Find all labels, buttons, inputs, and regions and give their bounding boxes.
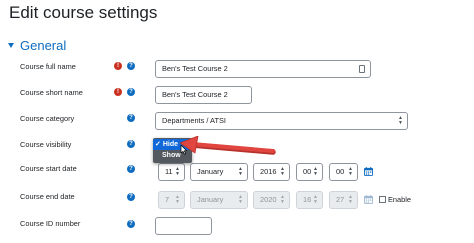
select-arrows-icon: ▲ ▼	[175, 166, 180, 177]
form-row-shortname: Course short name ! ? Ben's Test Course …	[0, 86, 474, 106]
end-year-select[interactable]: 2020 ▲ ▼	[253, 191, 290, 209]
required-icon: !	[114, 88, 122, 96]
enable-label: Enable	[388, 195, 412, 204]
end-month-select[interactable]: January ▲ ▼	[190, 191, 248, 209]
help-icon[interactable]: ?	[127, 140, 135, 148]
help-icon[interactable]: ?	[127, 88, 135, 96]
select-arrows-icon: ▲ ▼	[238, 194, 243, 205]
enddate-enable-checkbox[interactable]	[379, 196, 386, 203]
help-icon[interactable]: ?	[127, 114, 135, 122]
form-row-category: Course category ? Departments / ATSI ▲ ▼	[0, 112, 474, 132]
fullname-label: Course full name	[20, 62, 76, 71]
red-arrow-annotation	[179, 136, 276, 155]
start-month-select[interactable]: January ▲ ▼	[190, 163, 248, 181]
help-icon[interactable]: ?	[127, 193, 135, 201]
checkmark-icon: ✓	[155, 141, 163, 148]
calendar-icon[interactable]	[364, 167, 373, 176]
help-icon[interactable]: ?	[127, 62, 135, 70]
select-arrows-icon: ▲ ▼	[348, 166, 353, 177]
fullname-input[interactable]: Ben's Test Course 2	[155, 60, 371, 78]
idnumber-label: Course ID number	[20, 219, 81, 228]
start-day-select[interactable]: 11 ▲ ▼	[158, 163, 185, 181]
category-select[interactable]: Departments / ATSI ▲ ▼	[155, 112, 408, 130]
start-year-select[interactable]: 2016 ▲ ▼	[253, 163, 290, 181]
section-toggle-general[interactable]: General	[8, 38, 66, 53]
select-arrows-icon: ▲ ▼	[280, 194, 285, 205]
select-arrows-icon: ▲ ▼	[280, 166, 285, 177]
visibility-label: Course visibility	[20, 140, 72, 149]
help-icon[interactable]: ?	[127, 220, 135, 228]
select-arrows-icon: ▲ ▼	[175, 194, 180, 205]
chevron-down-icon	[8, 43, 14, 48]
select-arrows-icon: ▲ ▼	[398, 115, 403, 126]
text-field-icon	[359, 65, 365, 73]
enddate-label: Course end date	[20, 192, 75, 201]
startdate-label: Course start date	[20, 164, 77, 173]
start-hour-select[interactable]: 00 ▲ ▼	[296, 163, 323, 181]
form-row-idnumber: Course ID number ?	[0, 217, 474, 237]
select-arrows-icon: ▲ ▼	[313, 166, 318, 177]
select-arrows-icon: ▲ ▼	[348, 194, 353, 205]
idnumber-input[interactable]	[155, 217, 212, 235]
select-arrows-icon: ▲ ▼	[238, 166, 243, 177]
form-row-fullname: Course full name ! ? Ben's Test Course 2	[0, 60, 474, 80]
shortname-input[interactable]: Ben's Test Course 2	[155, 86, 252, 104]
end-day-select[interactable]: 7 ▲ ▼	[158, 191, 185, 209]
end-minute-select[interactable]: 27 ▲ ▼	[329, 191, 358, 209]
page-title: Edit course settings	[9, 3, 158, 22]
form-row-enddate: Course end date ? 7 ▲ ▼ January ▲ ▼ 2020 ▲…	[0, 191, 474, 211]
required-icon: !	[114, 62, 122, 70]
section-title: General	[20, 38, 67, 53]
help-icon[interactable]: ?	[127, 165, 135, 173]
end-hour-select[interactable]: 16 ▲ ▼	[296, 191, 323, 209]
select-arrows-icon: ▲ ▼	[313, 194, 318, 205]
form-row-startdate: Course start date ? 11 ▲ ▼ January ▲ ▼ 201…	[0, 163, 474, 183]
category-label: Course category	[20, 114, 75, 123]
calendar-icon[interactable]	[364, 195, 373, 204]
shortname-label: Course short name	[20, 88, 83, 97]
start-minute-select[interactable]: 00 ▲ ▼	[329, 163, 358, 181]
